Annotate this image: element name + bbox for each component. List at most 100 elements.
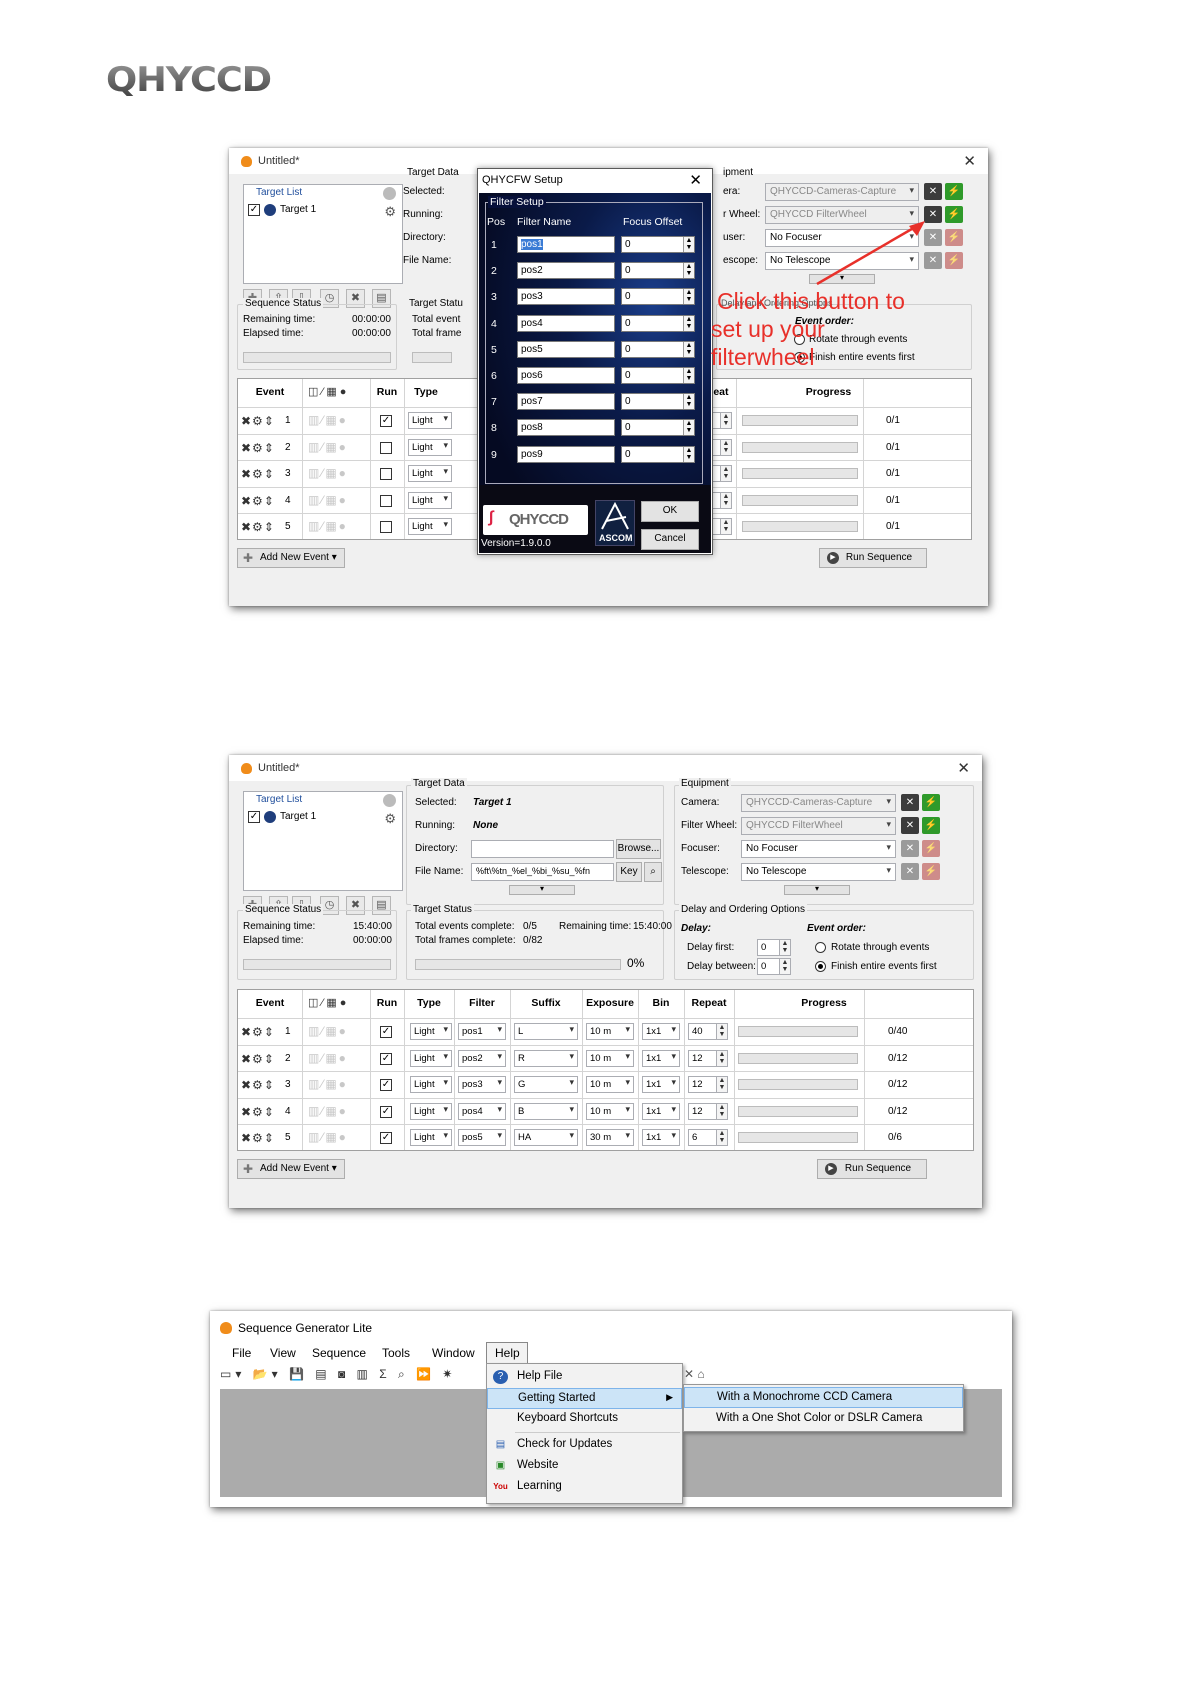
target-checkbox[interactable]: ✓ (248, 204, 260, 216)
filter-wheel-connect-icon[interactable]: ⚡ (945, 206, 963, 223)
suffix-select[interactable]: R ▾ (514, 1049, 578, 1067)
telescope-select[interactable]: No Telescope ▾ (741, 863, 896, 881)
dialog-close-icon[interactable]: ✕ (689, 171, 702, 189)
run-checkbox[interactable]: ✓ (380, 1105, 392, 1118)
type-select[interactable]: Light ▾ (410, 1049, 452, 1067)
run-checkbox[interactable]: ✓ (380, 1132, 392, 1144)
filter-select[interactable]: pos3 ▾ (458, 1076, 506, 1093)
filter-name-input[interactable]: pos3 (517, 288, 615, 306)
row-action-icons[interactable]: ✖⚙⇕ (241, 467, 275, 481)
filter-name-input[interactable]: pos5 (517, 340, 615, 358)
focus-offset-spinner[interactable]: 0 ▲ ▼ (621, 445, 695, 463)
delay-first-spinner[interactable]: 0 ▲ ▼ (757, 939, 791, 956)
run-checkbox[interactable] (380, 441, 392, 454)
bin-select[interactable]: 1x1 ▾ (642, 1076, 680, 1093)
repeat-spinner[interactable]: 6 ▲ ▼ (688, 1129, 728, 1146)
add-new-event-button[interactable]: Add New Event ▾ (237, 548, 345, 568)
bin-select[interactable]: 1x1 ▾ (642, 1049, 680, 1067)
close-icon[interactable]: ✕ (963, 152, 976, 170)
run-checkbox[interactable]: ✓ (380, 1079, 392, 1091)
delay-between-spinner[interactable]: 0 ▲ ▼ (757, 958, 791, 975)
cancel-button[interactable]: Cancel (641, 529, 699, 550)
target-checkbox[interactable]: ✓ (248, 811, 260, 823)
filter-select[interactable]: pos1 ▾ (458, 1023, 506, 1040)
filter-name-input[interactable]: pos4 (517, 314, 615, 332)
menu-tools[interactable]: Tools (382, 1346, 410, 1360)
filter-name-input[interactable]: pos7 (517, 393, 615, 411)
key-button[interactable]: Key (616, 862, 642, 882)
menu-osc-dslr[interactable]: With a One Shot Color or DSLR Camera (684, 1409, 963, 1430)
menu-view[interactable]: View (270, 1346, 296, 1360)
run-checkbox[interactable] (380, 521, 392, 533)
exposure-select[interactable]: 10 m ▾ (586, 1023, 634, 1040)
exposure-select[interactable]: 30 m ▾ (586, 1129, 634, 1146)
filter-name-input[interactable]: pos1 (517, 236, 615, 253)
exposure-select[interactable]: 10 m ▾ (586, 1049, 634, 1067)
focus-offset-spinner[interactable]: 0 ▲ ▼ (621, 340, 695, 358)
focus-offset-spinner[interactable]: 0 ▲ ▼ (621, 419, 695, 437)
menu-window[interactable]: Window (432, 1346, 475, 1360)
suffix-select[interactable]: L ▾ (514, 1023, 578, 1040)
filter-name-input[interactable]: pos9 (517, 445, 615, 463)
run-checkbox[interactable]: ✓ (380, 415, 392, 427)
directory-input[interactable] (471, 840, 614, 858)
repeat-spinner[interactable]: 12 ▲ ▼ (688, 1102, 728, 1120)
type-select[interactable]: Light ▾ (410, 1076, 452, 1093)
close-icon[interactable]: ✕ (957, 759, 970, 777)
type-select[interactable]: Light ▾ (410, 1023, 452, 1040)
camera-setup-icon[interactable]: ✕ (901, 794, 919, 811)
row-action-icons[interactable]: ✖⚙⇕ (241, 414, 275, 428)
type-select[interactable]: Light ▾ (410, 1102, 452, 1120)
menu-keyboard-shortcuts[interactable]: Keyboard Shortcuts (487, 1409, 682, 1430)
focuser-connect-icon[interactable]: ⚡ (945, 229, 963, 246)
gear-icon[interactable]: ⚙ (384, 811, 396, 827)
target-item[interactable]: Target 1 (280, 811, 316, 822)
toolbar-icons[interactable]: ▭▾ 📂▾ 💾 ▤ ◙ ▥ Σ ⌕ ⏩ ✷ (220, 1367, 490, 1389)
focus-offset-spinner[interactable]: 0 ▲ ▼ (621, 288, 695, 306)
focus-offset-spinner[interactable]: 0 ▲ ▼ (621, 367, 695, 384)
exposure-select[interactable]: 10 m ▾ (586, 1102, 634, 1120)
telescope-connect-icon[interactable]: ⚡ (945, 252, 963, 269)
search-icon[interactable]: ⌕ (644, 862, 662, 882)
target-item[interactable]: Target 1 (280, 204, 316, 215)
filter-name-input[interactable]: pos2 (517, 262, 615, 280)
repeat-spinner[interactable]: 12 ▲ ▼ (688, 1049, 728, 1067)
filter-wheel-connect-icon[interactable]: ⚡ (922, 817, 940, 834)
camera-connect-icon[interactable]: ⚡ (945, 183, 963, 200)
focus-offset-spinner[interactable]: 0 ▲ ▼ (621, 393, 695, 411)
row-action-icons[interactable]: ✖⚙⇕ (241, 494, 275, 508)
camera-setup-icon[interactable]: ✕ (924, 183, 942, 200)
filter-select[interactable]: pos2 ▾ (458, 1049, 506, 1067)
suffix-select[interactable]: G ▾ (514, 1076, 578, 1093)
finish-radio[interactable] (815, 961, 826, 972)
repeat-spinner[interactable]: 40 ▲ ▼ (688, 1023, 728, 1040)
row-action-icons[interactable]: ✖⚙⇕ (241, 441, 275, 455)
focuser-select[interactable]: No Focuser ▾ (741, 840, 896, 858)
row-action-icons[interactable]: ✖⚙⇕ (241, 1131, 275, 1145)
row-action-icons[interactable]: ✖⚙⇕ (241, 520, 275, 534)
focuser-setup-icon[interactable]: ✕ (901, 840, 919, 857)
repeat-spinner[interactable]: 12 ▲ ▼ (688, 1076, 728, 1093)
target-list[interactable]: Target List ✓ Target 1 ⚙ (243, 791, 403, 891)
filter-select[interactable]: pos4 ▾ (458, 1102, 506, 1120)
focus-offset-spinner[interactable]: 0 ▲ ▼ (621, 262, 695, 280)
type-select[interactable]: Light ▾ (408, 465, 452, 482)
menu-help-file[interactable]: ? Help File (487, 1367, 682, 1388)
type-select[interactable]: Light ▾ (408, 412, 452, 429)
add-new-event-button[interactable]: Add New Event ▾ (237, 1159, 345, 1179)
expand-equipment-button[interactable]: ▾ (784, 885, 850, 895)
row-action-icons[interactable]: ✖⚙⇕ (241, 1078, 275, 1092)
filter-name-input[interactable]: pos6 (517, 367, 615, 384)
suffix-select[interactable]: B ▾ (514, 1102, 578, 1120)
camera-select[interactable]: QHYCCD-Cameras-Capture ▾ (741, 794, 896, 812)
camera-connect-icon[interactable]: ⚡ (922, 794, 940, 811)
rotate-radio[interactable] (815, 942, 826, 953)
telescope-connect-icon[interactable]: ⚡ (922, 863, 940, 880)
type-select[interactable]: Light ▾ (410, 1129, 452, 1146)
target-list[interactable]: Target List ✓ Target 1 ⚙ (243, 184, 403, 284)
filter-name-input[interactable]: pos8 (517, 419, 615, 437)
menu-check-updates[interactable]: ▤ Check for Updates (487, 1435, 682, 1456)
expand-target-button[interactable]: ▾ (509, 885, 575, 895)
menu-sequence[interactable]: Sequence (312, 1346, 366, 1360)
camera-select[interactable]: QHYCCD-Cameras-Capture ▾ (765, 183, 919, 201)
